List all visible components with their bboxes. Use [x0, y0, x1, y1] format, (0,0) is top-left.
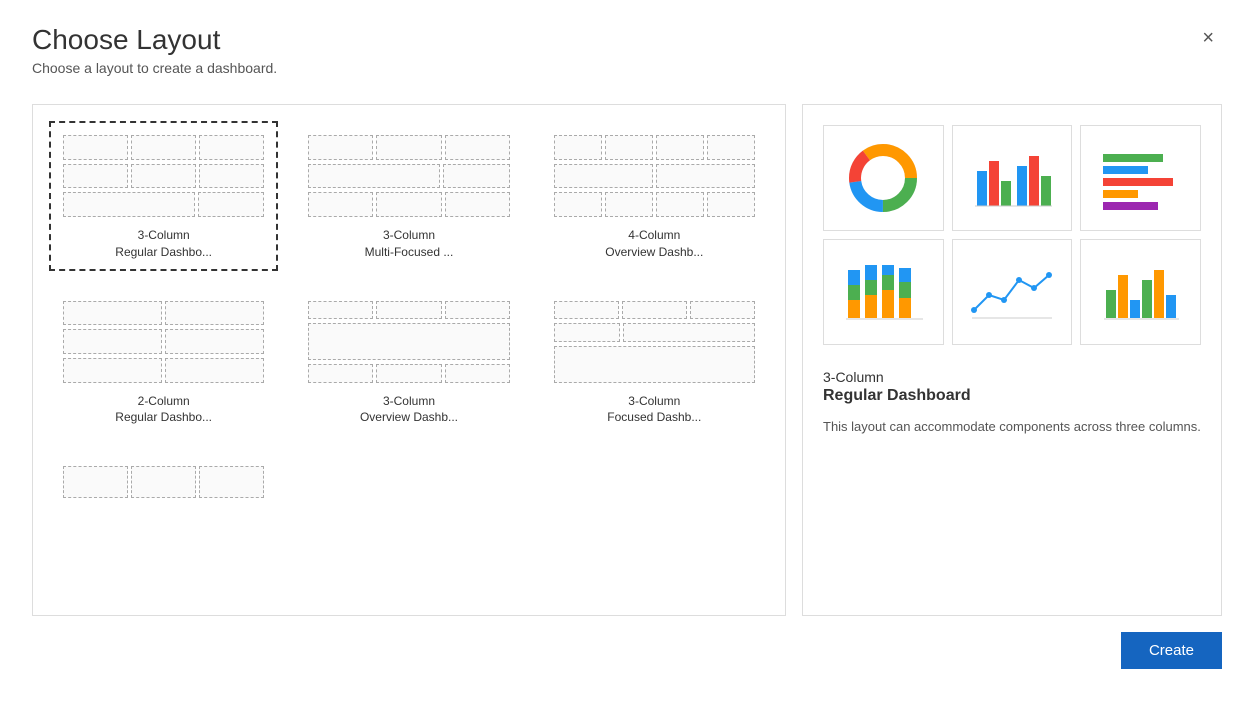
layout-thumbnail [550, 297, 759, 387]
dialog-body: 3-ColumnRegular Dashbo... 3-ColumnMulti-… [32, 104, 1222, 616]
preview-panel: 3-Column Regular Dashboard This layout c… [802, 104, 1222, 616]
layout-item-3col-multifocused[interactable]: 3-ColumnMulti-Focused ... [294, 121, 523, 271]
preview-info: 3-Column Regular Dashboard This layout c… [823, 361, 1201, 437]
layout-thumbnail [550, 131, 759, 221]
layout-list-container: 3-ColumnRegular Dashbo... 3-ColumnMulti-… [32, 104, 786, 616]
create-button[interactable]: Create [1121, 632, 1222, 669]
layout-item-4col-overview[interactable]: 4-ColumnOverview Dashb... [540, 121, 769, 271]
preview-layout-name: Regular Dashboard [823, 387, 1201, 405]
layout-label-3col-multifocused: 3-ColumnMulti-Focused ... [365, 227, 454, 261]
preview-layout-type: 3-Column [823, 369, 1201, 385]
preview-description: This layout can accommodate components a… [823, 417, 1201, 437]
dialog-title: Choose Layout [32, 24, 277, 56]
layout-label-2col-regular: 2-ColumnRegular Dashbo... [115, 393, 212, 427]
layout-thumbnail [59, 297, 268, 387]
layout-list-scroll[interactable]: 3-ColumnRegular Dashbo... 3-ColumnMulti-… [33, 105, 785, 615]
layout-thumbnail [304, 131, 513, 221]
dialog-header: Choose Layout Choose a layout to create … [32, 24, 1222, 76]
chart-bar-stacked [823, 239, 944, 345]
layout-label-4col-overview: 4-ColumnOverview Dashb... [605, 227, 703, 261]
layout-thumbnail [59, 462, 268, 502]
layout-thumbnail [304, 297, 513, 387]
chart-bar-grouped [952, 125, 1073, 231]
chart-donut [823, 125, 944, 231]
layout-item-3col-overview[interactable]: 3-ColumnOverview Dashb... [294, 287, 523, 437]
chart-line [952, 239, 1073, 345]
layout-label-3col-regular: 3-ColumnRegular Dashbo... [115, 227, 212, 261]
chart-bar-mixed [1080, 239, 1201, 345]
header-text: Choose Layout Choose a layout to create … [32, 24, 277, 76]
layout-item-2col-regular[interactable]: 2-ColumnRegular Dashbo... [49, 287, 278, 437]
layout-item-3col-focused[interactable]: 3-ColumnFocused Dashb... [540, 287, 769, 437]
layout-label-3col-focused: 3-ColumnFocused Dashb... [607, 393, 701, 427]
layout-label-3col-overview: 3-ColumnOverview Dashb... [360, 393, 458, 427]
layout-thumbnail [59, 131, 268, 221]
dialog-subtitle: Choose a layout to create a dashboard. [32, 60, 277, 76]
preview-charts [823, 125, 1201, 345]
layout-item-3col-regular[interactable]: 3-ColumnRegular Dashbo... [49, 121, 278, 271]
chart-bar-horizontal [1080, 125, 1201, 231]
layout-item-partial[interactable] [49, 452, 278, 518]
dialog-footer: Create [32, 616, 1222, 669]
close-button[interactable]: × [1194, 24, 1222, 52]
choose-layout-dialog: Choose Layout Choose a layout to create … [0, 0, 1254, 701]
